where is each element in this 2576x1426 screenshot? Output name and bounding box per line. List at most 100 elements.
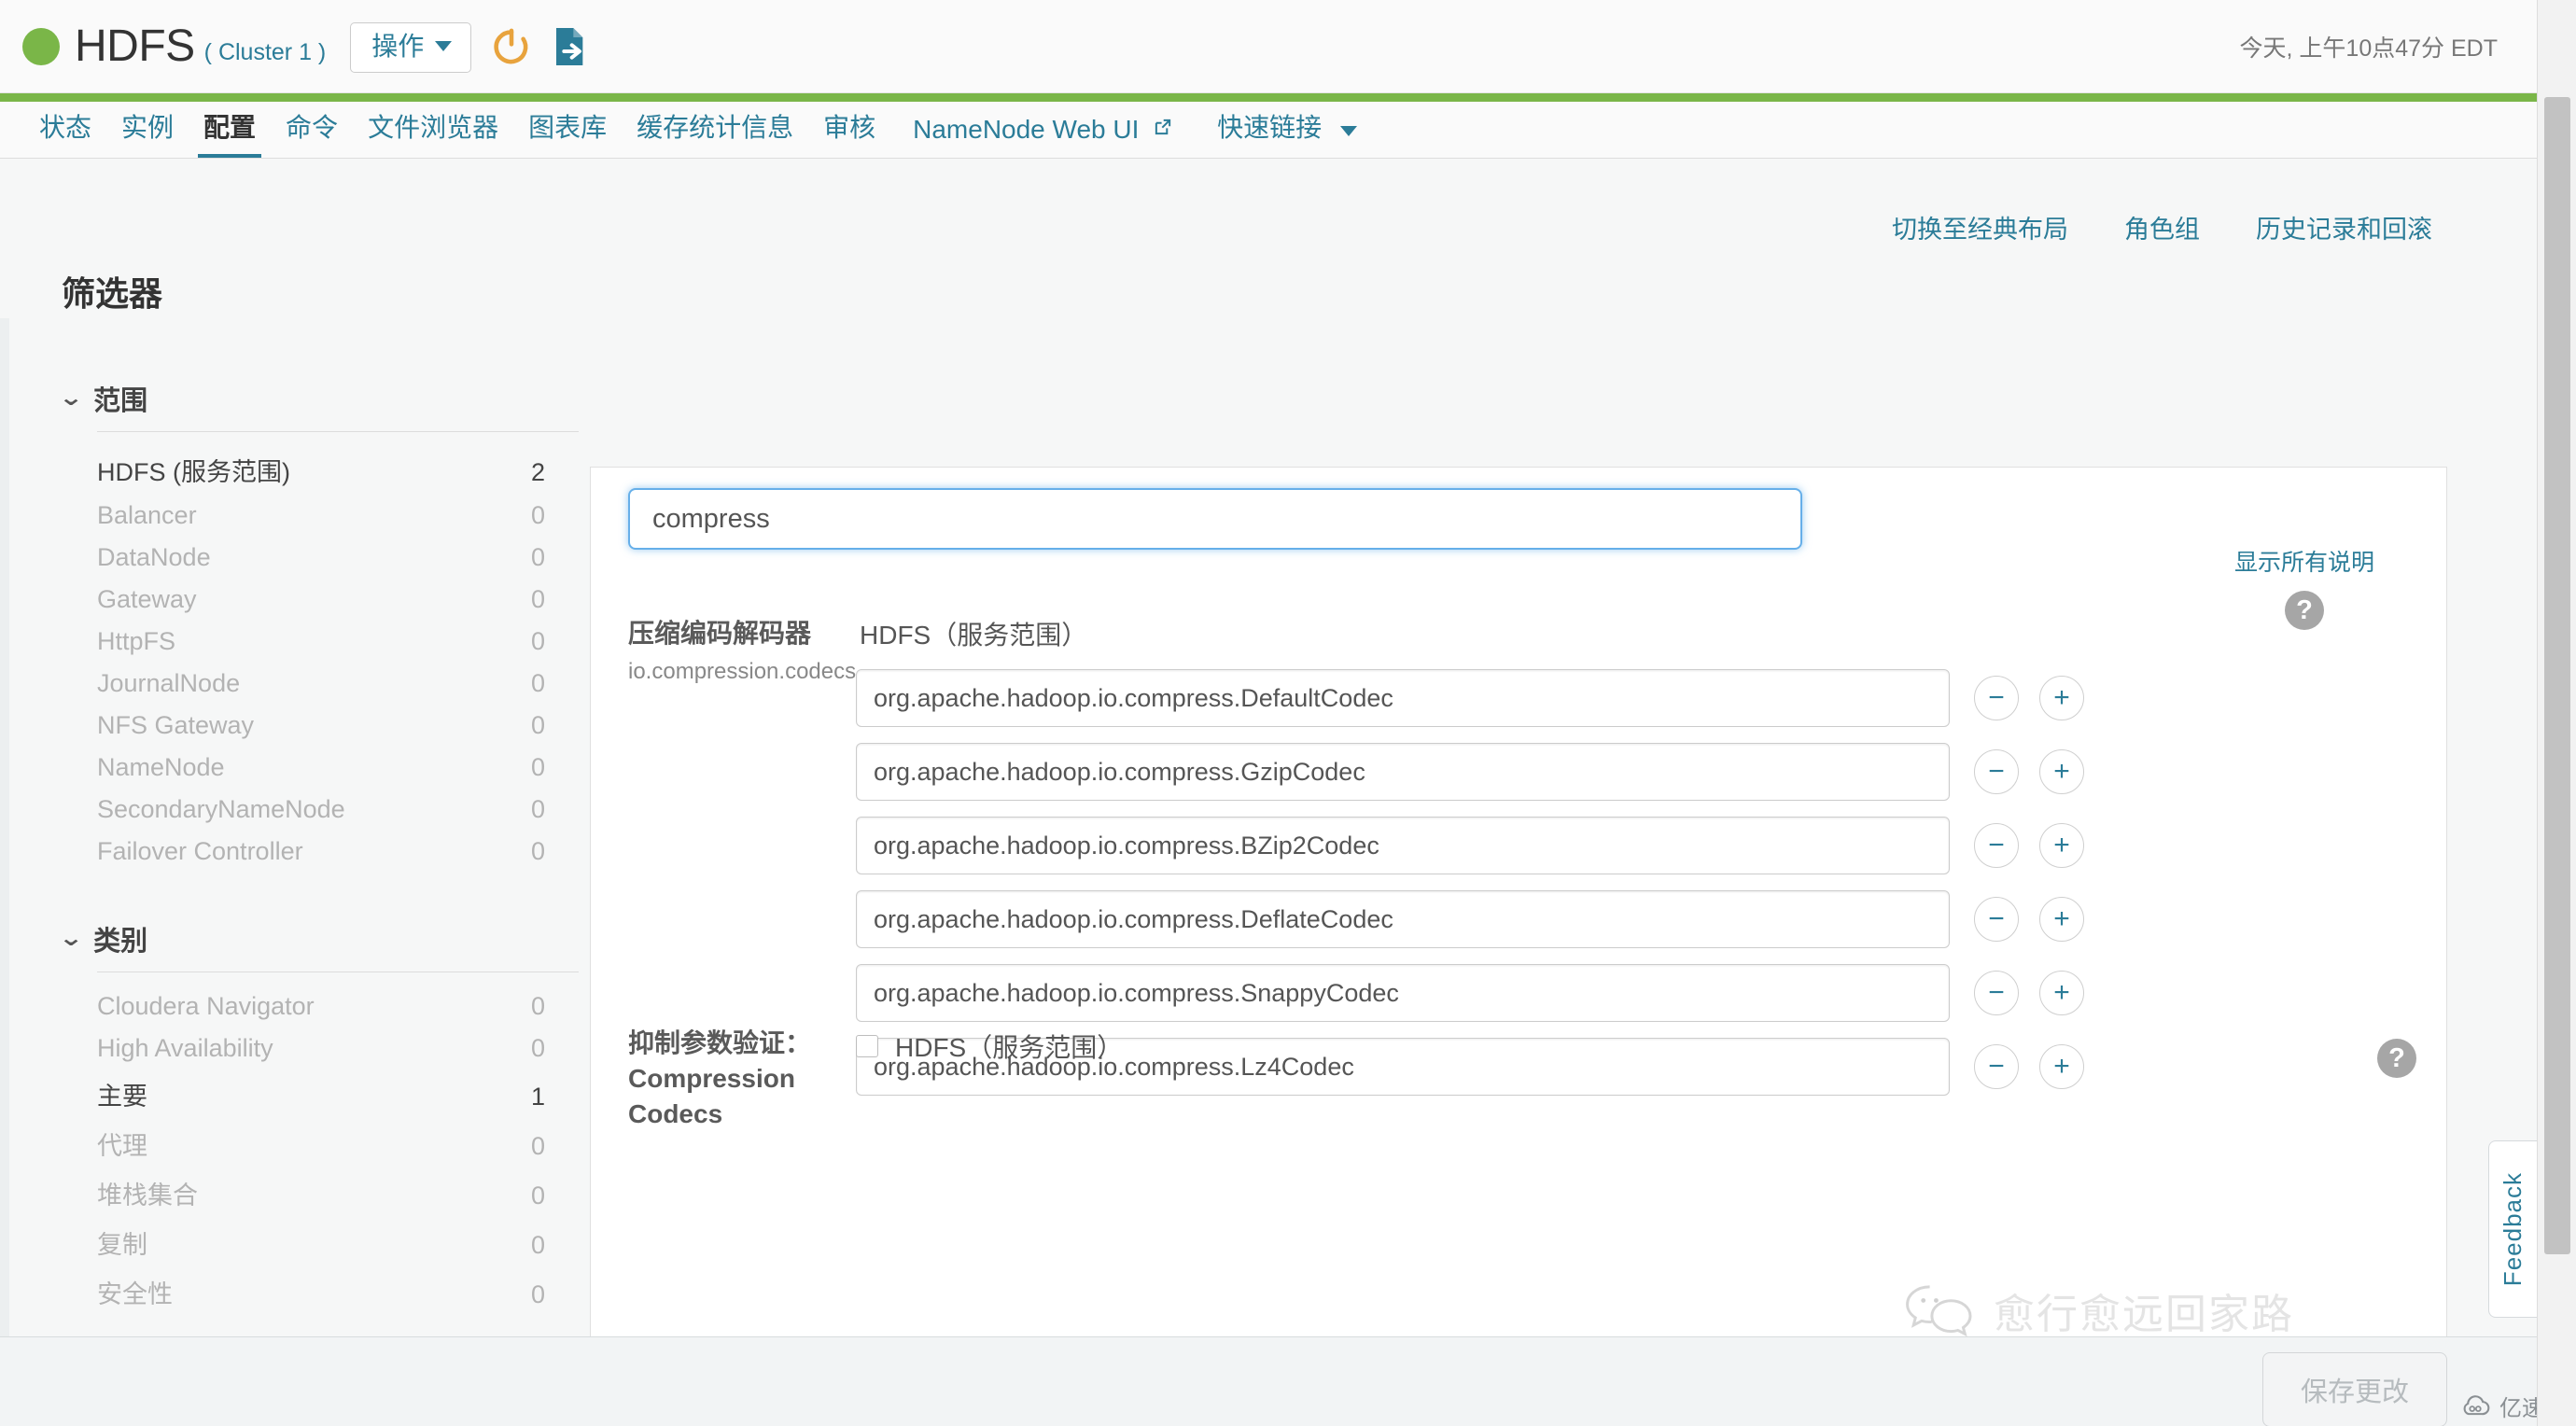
filter-item-label: NameNode: [97, 753, 225, 781]
feedback-tab[interactable]: Feedback: [2488, 1140, 2537, 1318]
filter-item-replication[interactable]: 复制 0: [62, 1218, 579, 1267]
save-changes-button[interactable]: 保存更改: [2261, 1352, 2447, 1426]
tab-label: 快速链接: [1217, 113, 1323, 142]
filter-item-httpfs[interactable]: HttpFS 0: [62, 621, 579, 663]
show-all-descriptions-link[interactable]: 显示所有说明: [2234, 550, 2374, 576]
filter-item-hdfs-service-wide[interactable]: HDFS (服务范围) 2: [62, 445, 579, 495]
filter-item-high-availability[interactable]: High Availability 0: [62, 1028, 579, 1070]
filter-item-label: 主要: [97, 1083, 147, 1111]
filter-item-count: 0: [530, 585, 545, 613]
tab-quick-links[interactable]: 快速链接: [1195, 107, 1379, 158]
external-link-icon: [1154, 113, 1172, 143]
filter-item-label: NFS Gateway: [97, 711, 255, 739]
add-value-button[interactable]: +: [2039, 676, 2084, 720]
add-value-button[interactable]: +: [2039, 897, 2084, 942]
export-icon[interactable]: [552, 25, 589, 68]
filter-group-scope-header[interactable]: ⌄ 范围: [58, 379, 579, 431]
question-mark-icon[interactable]: ?: [2377, 1039, 2416, 1078]
green-status-dot: [22, 27, 60, 65]
filter-group-category-header[interactable]: ⌄ 类别: [58, 919, 579, 972]
tab-instances[interactable]: 实例: [106, 107, 189, 158]
filter-item-datanode[interactable]: DataNode 0: [62, 537, 579, 579]
tab-audits[interactable]: 审核: [808, 107, 890, 158]
add-value-button[interactable]: +: [2039, 749, 2084, 794]
tab-label: 命令: [286, 113, 339, 142]
filter-item-secondarynamenode[interactable]: SecondaryNameNode 0: [62, 789, 579, 831]
page-scrollbar[interactable]: [2537, 0, 2576, 1426]
filter-item-nfs-gateway[interactable]: NFS Gateway 0: [62, 705, 579, 747]
bottom-action-bar: 保存更改: [0, 1336, 2537, 1426]
filter-item-label: 堆栈集合: [97, 1181, 198, 1209]
remove-value-button[interactable]: −: [1974, 897, 2019, 942]
tab-commands[interactable]: 命令: [271, 107, 353, 158]
tab-label: 图表库: [528, 113, 608, 142]
link-switch-classic-layout[interactable]: 切换至经典布局: [1892, 209, 2068, 245]
codec-input-snappy[interactable]: [856, 964, 1950, 1022]
filter-item-main[interactable]: 主要 1: [62, 1070, 579, 1119]
link-role-groups[interactable]: 角色组: [2124, 209, 2200, 245]
tab-chart-library[interactable]: 图表库: [513, 107, 622, 158]
filter-item-count: 0: [530, 795, 545, 823]
codec-value-row: − +: [856, 890, 2416, 948]
suppression-help-block: ?: [2377, 1026, 2416, 1078]
codec-value-row: − +: [856, 743, 2416, 801]
filter-item-count: 0: [530, 1034, 545, 1062]
filter-item-label: High Availability: [97, 1034, 273, 1062]
filter-item-label: Cloudera Navigator: [97, 992, 315, 1020]
page-root: HDFS ( Cluster 1 ) 操作 今天, 上午10点47分 EDT 状…: [0, 0, 2576, 1426]
suppression-scope-label: HDFS（服务范围）: [895, 1033, 1124, 1062]
divider: [97, 431, 579, 432]
tab-file-browser[interactable]: 文件浏览器: [353, 107, 513, 158]
codec-input-default[interactable]: [856, 669, 1950, 727]
search-input[interactable]: [628, 488, 1802, 550]
tab-configuration[interactable]: 配置: [189, 107, 271, 158]
filter-item-security[interactable]: 安全性 0: [62, 1267, 579, 1317]
codec-input-deflate[interactable]: [856, 890, 1950, 948]
filter-item-label: HttpFS: [97, 627, 176, 655]
add-value-button[interactable]: +: [2039, 971, 2084, 1015]
filter-item-count: 0: [530, 992, 545, 1020]
filter-item-label: 复制: [97, 1231, 147, 1259]
codec-input-bzip2[interactable]: [856, 817, 1950, 874]
power-icon[interactable]: [492, 26, 531, 67]
filter-item-failover-controller[interactable]: Failover Controller 0: [62, 831, 579, 873]
tab-label: NameNode Web UI: [913, 115, 1140, 144]
filter-item-balancer[interactable]: Balancer 0: [62, 495, 579, 537]
brand-divider: [0, 93, 2537, 102]
filter-item-count: 0: [530, 753, 545, 781]
tab-cache-statistics[interactable]: 缓存统计信息: [622, 107, 808, 158]
filter-item-count: 0: [530, 837, 545, 865]
filters-title: 筛选器: [62, 274, 163, 313]
tab-namenode-web-ui[interactable]: NameNode Web UI: [890, 115, 1195, 158]
tab-label: 实例: [121, 113, 175, 142]
remove-value-button[interactable]: −: [1974, 823, 2019, 868]
filter-item-label: 代理: [97, 1132, 147, 1160]
filter-item-count: 0: [530, 1280, 545, 1308]
tab-label: 状态: [39, 113, 92, 142]
filter-item-cloudera-navigator[interactable]: Cloudera Navigator 0: [62, 986, 579, 1028]
filter-item-label: SecondaryNameNode: [97, 795, 345, 823]
filter-item-gateway[interactable]: Gateway 0: [62, 579, 579, 621]
tab-status[interactable]: 状态: [24, 107, 106, 158]
remove-value-button[interactable]: −: [1974, 676, 2019, 720]
codec-input-gzip[interactable]: [856, 743, 1950, 801]
filter-item-label: Balancer: [97, 501, 197, 529]
remove-value-button[interactable]: −: [1974, 971, 2019, 1015]
property-key: io.compression.codecs: [628, 659, 857, 684]
add-value-button[interactable]: +: [2039, 823, 2084, 868]
codec-value-row: − +: [856, 964, 2416, 1022]
feedback-label: Feedback: [2499, 1171, 2527, 1287]
remove-value-button[interactable]: −: [1974, 749, 2019, 794]
filter-item-journalnode[interactable]: JournalNode 0: [62, 663, 579, 705]
suppression-checkbox[interactable]: [856, 1035, 878, 1057]
actions-button[interactable]: 操作: [350, 21, 472, 73]
filter-item-namenode[interactable]: NameNode 0: [62, 747, 579, 789]
filter-item-count: 0: [530, 543, 545, 571]
link-history-and-rollback[interactable]: 历史记录和回滚: [2256, 209, 2432, 245]
codec-value-row: − +: [856, 817, 2416, 874]
filter-item-label: JournalNode: [97, 669, 241, 697]
scrollbar-thumb[interactable]: [2544, 97, 2570, 1254]
filter-item-proxy[interactable]: 代理 0: [62, 1119, 579, 1168]
filter-item-stacks-collection[interactable]: 堆栈集合 0: [62, 1168, 579, 1218]
